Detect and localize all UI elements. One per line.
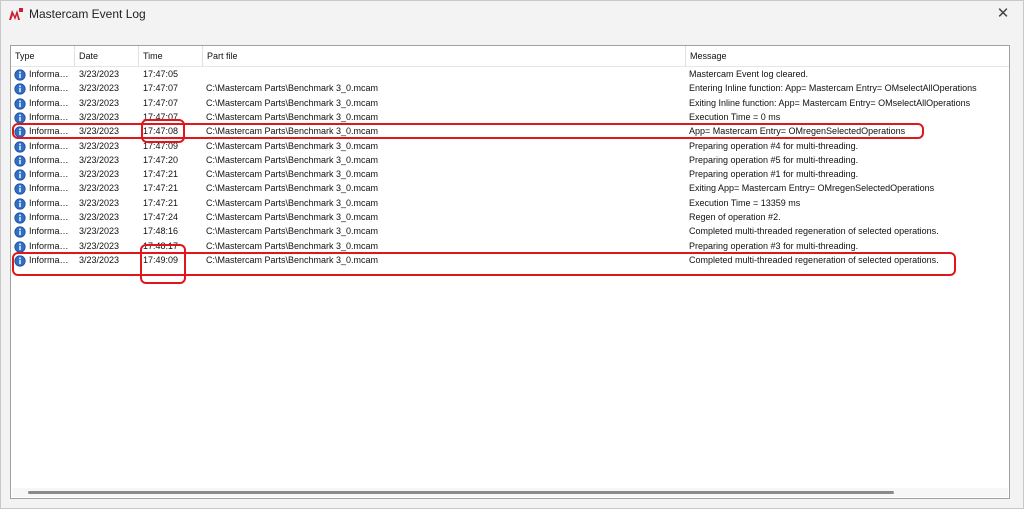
cell-part-file: C:\Mastercam Parts\Benchmark 3_0.mcam: [206, 97, 379, 108]
information-icon: [14, 168, 26, 181]
cell-part-file: C:\Mastercam Parts\Benchmark 3_0.mcam: [206, 154, 379, 165]
information-icon: [14, 211, 26, 224]
cell-date: 3/23/2023: [79, 183, 120, 194]
cell-part-file: C:\Mastercam Parts\Benchmark 3_0.mcam: [206, 83, 379, 94]
cell-message: Preparing operation #1 for multi-threadi…: [689, 169, 859, 180]
information-icon: [14, 154, 26, 167]
column-header-time[interactable]: Time: [139, 46, 203, 66]
cell-time: 17:47:07: [143, 83, 179, 94]
cell-part-file: [206, 67, 686, 81]
cell-type: Informa…: [29, 140, 69, 151]
cell-type: Informa…: [29, 197, 69, 208]
cell-part-file: C:\Mastercam Parts\Benchmark 3_0.mcam: [206, 212, 379, 222]
cell-message: Preparing operation #3 for multi-threadi…: [689, 240, 859, 251]
table-row[interactable]: Informa… 3/23/2023 17:47:07 C:\Mastercam Pa…: [11, 81, 1009, 95]
cell-message: Execution Time = 13359 ms: [689, 197, 801, 208]
information-icon: [14, 197, 26, 210]
cell-date: 3/23/2023: [79, 240, 120, 251]
cell-part-file: C:\Mastercam Parts\Benchmark 3_0.mcam: [206, 183, 379, 194]
cell-date: 3/23/2023: [79, 97, 120, 108]
cell-type: Informa…: [29, 169, 69, 180]
information-icon: [14, 140, 26, 153]
cell-time: 17:47:24: [143, 212, 179, 222]
mastercam-logo-icon: [9, 8, 23, 20]
event-log-window: Mastercam Event Log ✕ Type Date Time Par…: [0, 0, 1024, 509]
table-row[interactable]: Informa… 3/23/2023 17:47:05 Mastercam Event…: [11, 67, 1009, 81]
table-row[interactable]: Informa… 3/23/2023 17:47:21 C:\Mastercam Pa…: [11, 167, 1009, 181]
cell-part-file: C:\Mastercam Parts\Benchmark 3_0.mcam: [206, 140, 379, 151]
cell-date: 3/23/2023: [79, 154, 120, 165]
column-header-type[interactable]: Type: [11, 46, 75, 66]
table-row[interactable]: Informa… 3/23/2023 17:48:16 C:\Mastercam Pa…: [11, 224, 1009, 238]
cell-time: 17:47:21: [143, 169, 179, 180]
cell-part-file: C:\Mastercam Parts\Benchmark 3_0.mcam: [206, 226, 379, 237]
cell-message: Completed multi-threaded regeneration of…: [689, 226, 939, 237]
cell-date: 3/23/2023: [79, 169, 120, 180]
cell-type: Informa…: [29, 240, 69, 251]
cell-type: Informa…: [29, 97, 69, 108]
information-icon: [14, 68, 26, 81]
close-button[interactable]: ✕: [989, 3, 1017, 25]
cell-message: Preparing operation #4 for multi-threadi…: [689, 140, 859, 151]
column-header: Type Date Time Part file Message: [11, 46, 1009, 67]
scrollbar-thumb[interactable]: [28, 491, 894, 494]
highlight-box-time: [140, 244, 186, 284]
cell-date: 3/23/2023: [79, 83, 120, 94]
column-header-date[interactable]: Date: [75, 46, 139, 66]
cell-message: Exiting App= Mastercam Entry= OMregenSel…: [689, 183, 935, 194]
cell-type: Informa…: [29, 69, 69, 79]
column-header-message[interactable]: Message: [686, 46, 1009, 66]
table-row[interactable]: Informa… 3/23/2023 17:47:20 C:\Mastercam Pa…: [11, 153, 1009, 167]
cell-date: 3/23/2023: [79, 197, 120, 208]
cell-type: Informa…: [29, 83, 69, 94]
cell-time: 17:48:16: [143, 226, 179, 237]
information-icon: [14, 182, 26, 195]
cell-type: Informa…: [29, 111, 69, 122]
table-row[interactable]: Informa… 3/23/2023 17:47:24 C:\Mastercam Pa…: [11, 210, 1009, 224]
information-icon: [14, 82, 26, 95]
information-icon: [14, 240, 26, 253]
cell-time: 17:47:21: [143, 183, 179, 194]
event-log-list[interactable]: Type Date Time Part file Message Informa…: [10, 45, 1010, 499]
cell-time: 17:47:21: [143, 197, 179, 208]
information-icon: [14, 225, 26, 238]
cell-time: 17:47:20: [143, 154, 179, 165]
cell-message: Execution Time = 0 ms: [689, 111, 781, 122]
cell-part-file: C:\Mastercam Parts\Benchmark 3_0.mcam: [206, 240, 379, 251]
cell-date: 3/23/2023: [79, 140, 120, 151]
window-title: Mastercam Event Log: [29, 7, 146, 21]
highlight-box-time: [141, 119, 185, 143]
column-header-part-file[interactable]: Part file: [203, 46, 686, 66]
cell-date: 3/23/2023: [79, 69, 120, 79]
cell-part-file: C:\Mastercam Parts\Benchmark 3_0.mcam: [206, 169, 379, 180]
table-row[interactable]: Informa… 3/23/2023 17:47:07 C:\Mastercam Pa…: [11, 96, 1009, 110]
cell-date: 3/23/2023: [79, 111, 120, 122]
table-row[interactable]: Informa… 3/23/2023 17:47:21 C:\Mastercam Pa…: [11, 181, 1009, 195]
cell-date: 3/23/2023: [79, 226, 120, 237]
information-icon: [14, 97, 26, 110]
cell-type: Informa…: [29, 212, 69, 222]
horizontal-scrollbar[interactable]: [12, 488, 1008, 497]
cell-part-file: C:\Mastercam Parts\Benchmark 3_0.mcam: [206, 197, 379, 208]
cell-message: Mastercam Event log cleared.: [689, 69, 809, 79]
cell-type: Informa…: [29, 226, 69, 237]
cell-message: Entering Inline function: App= Mastercam…: [689, 83, 977, 94]
cell-part-file: C:\Mastercam Parts\Benchmark 3_0.mcam: [206, 111, 379, 122]
cell-type: Informa…: [29, 154, 69, 165]
cell-message: Preparing operation #5 for multi-threadi…: [689, 154, 859, 165]
cell-message: Exiting Inline function: App= Mastercam …: [689, 97, 971, 108]
table-row[interactable]: Informa… 3/23/2023 17:47:21 C:\Mastercam Pa…: [11, 196, 1009, 210]
cell-type: Informa…: [29, 183, 69, 194]
title-bar: Mastercam Event Log ✕: [1, 1, 1023, 29]
information-icon: [14, 111, 26, 124]
cell-time: 17:47:07: [143, 97, 179, 108]
cell-date: 3/23/2023: [79, 212, 120, 222]
cell-time: 17:47:05: [143, 69, 179, 79]
cell-message: Regen of operation #2.: [689, 212, 781, 222]
